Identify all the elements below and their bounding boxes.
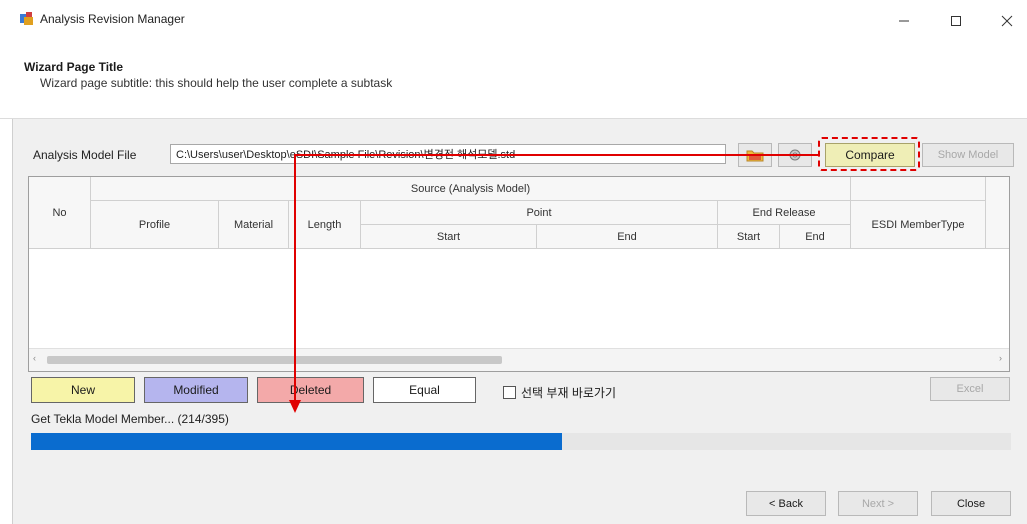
next-button[interactable]: Next > — [838, 491, 918, 516]
close-button[interactable]: Close — [931, 491, 1011, 516]
annotation-arrow — [289, 154, 818, 413]
back-button[interactable]: < Back — [746, 491, 826, 516]
